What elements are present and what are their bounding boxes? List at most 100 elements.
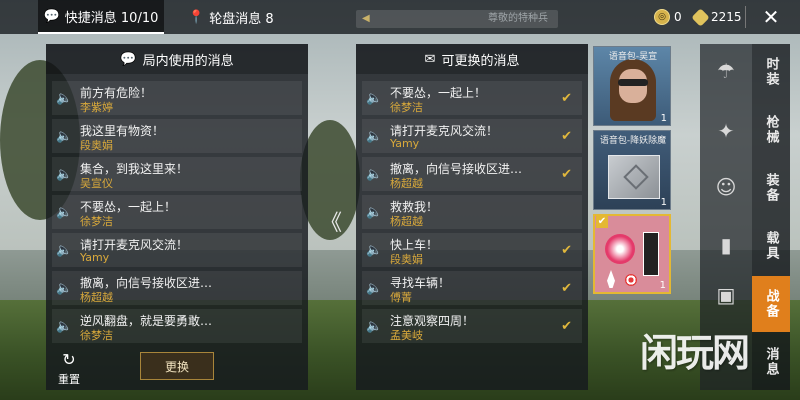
spray-icon[interactable]: ▮ [708,230,744,260]
message-author: 杨超越 [390,215,423,228]
voice-pack-card-selected[interactable]: ✔ 1 [593,214,671,294]
banner-icon [643,232,659,276]
sunglasses-icon [618,79,648,86]
check-icon: ✔ [596,216,608,228]
message-item[interactable]: 🔈 请打开麦克风交流！ Yamy [52,233,302,267]
voice-pack-card[interactable]: 语音包-吴宣 1 [593,46,671,126]
arrow-left-icon: ◀ [362,13,370,24]
reset-label: 重置 [58,373,80,386]
card-label: 语音包-吴宣 [608,52,658,62]
tab-quick-label: 快捷消息 10/10 [64,10,159,26]
card-quantity: 1 [659,280,666,291]
message-item[interactable]: 🔈 不要怂，一起上！ 徐梦洁 [52,195,302,229]
message-item[interactable]: 🔈 快上车！ 段奥娟 ✔ [362,233,582,267]
speaker-icon: 🔈 [366,243,383,258]
tab-vehicles[interactable]: 载具 [752,218,790,274]
gun-icon[interactable]: ✦ [708,116,744,146]
tab-equipment[interactable]: 装备 [752,160,790,216]
search-bar[interactable]: ◀ 尊敬的特种兵 [356,10,558,28]
speaker-icon: 🔈 [56,281,73,296]
currency-gold: 2215 [691,0,742,34]
medal-value: 0 [674,10,682,24]
message-item[interactable]: 🔈 集合，到我这里来！ 吴宣仪 [52,157,302,191]
message-item[interactable]: 🔈 不要怂，一起上！ 徐梦洁 ✔ [362,81,582,115]
search-placeholder: 尊敬的特种兵 [488,13,548,24]
card-quantity: 1 [660,197,667,208]
message-item[interactable]: 🔈 救救我！ 杨超越 [362,195,582,229]
message-author: 杨超越 [80,291,113,304]
target-icon [625,274,637,286]
replace-button[interactable]: 更换 [140,352,214,380]
panel-title: 可更换的消息 [441,53,520,69]
speaker-icon: 🔈 [56,91,73,106]
message-item[interactable]: 🔈 逆风翻盘，就是要勇敢… 徐梦洁 [52,309,302,343]
message-item[interactable]: 🔈 撤离，向信号接收区进… 杨超越 [52,271,302,305]
message-item[interactable]: 🔈 注意观察四周！ 孟美岐 ✔ [362,309,582,343]
divider [745,6,746,28]
message-list: 🔈 前方有危险！ 李紫婷 🔈 我这里有物资！ 段奥娟 🔈 集合，到我这里来！ 吴宣仪 🔈 不要… [52,81,302,347]
replaceable-messages-panel: ✉ 可更换的消息 🔈 不要怂，一起上！ 徐梦洁 ✔ 🔈 请打开麦克风交流！ Yamy ✔ 🔈… [356,44,588,390]
tab-battle-prep[interactable]: 战备 [752,276,790,332]
tab-fashion[interactable]: 时装 [752,44,790,100]
speaker-icon: 🔈 [366,319,383,334]
rocket-icon [607,270,615,288]
orb-icon [605,234,635,264]
message-author: 段奥娟 [80,139,113,152]
close-icon: ✕ [762,5,780,29]
check-icon: ✔ [561,319,572,334]
medal-coin-icon: ◎ [654,9,670,25]
panel-title: 局内使用的消息 [142,53,234,69]
refresh-icon: ↻ [62,350,76,369]
in-game-messages-panel: 💬 局内使用的消息 🔈 前方有危险！ 李紫婷 🔈 我这里有物资！ 段奥娟 🔈 集合，到我这… [46,44,308,390]
message-item[interactable]: 🔈 寻找车辆！ 傅菁 ✔ [362,271,582,305]
parachute-icon[interactable]: ☂ [708,56,744,86]
character-face [619,69,647,103]
speaker-icon: 🔈 [366,129,383,144]
replace-label: 更换 [164,359,189,374]
reset-button[interactable]: ↻ 重置 [54,352,84,387]
speaker-icon: 🔈 [56,129,73,144]
message-item[interactable]: 🔈 前方有危险！ 李紫婷 [52,81,302,115]
crate-icon [608,155,660,199]
tab-quick-messages[interactable]: 💬 快捷消息 10/10 [38,0,164,34]
message-author: 徐梦洁 [80,329,113,342]
voice-pack-card[interactable]: 语音包-降妖除魔 1 [593,130,671,210]
message-author: 吴宣仪 [80,177,113,190]
tab-guns[interactable]: 枪械 [752,102,790,158]
gold-value: 2215 [711,10,742,24]
card-label: 语音包-降妖除魔 [599,136,667,146]
message-author: Yamy [390,137,420,150]
watermark-logo: 闲玩网 [640,331,750,375]
panel-header: 💬 局内使用的消息 [46,44,308,74]
speaker-icon: 🔈 [366,281,383,296]
panel-header: ✉ 可更换的消息 [356,44,588,74]
message-author: 徐梦洁 [80,215,113,228]
message-author: 傅菁 [390,291,412,304]
message-author: 孟美岐 [390,329,423,342]
message-item[interactable]: 🔈 我这里有物资！ 段奥娟 [52,119,302,153]
check-icon: ✔ [561,167,572,182]
tab-wheel-label: 轮盘消息 8 [209,11,274,27]
tab-wheel-messages[interactable]: 📍 轮盘消息 8 [188,0,274,34]
speaker-icon: 🔈 [56,205,73,220]
message-box-icon: ✉ [424,51,436,67]
voice-pack-cards: 语音包-吴宣 1 语音包-降妖除魔 1 ✔ 1 [593,46,673,298]
gold-crystal-icon [691,7,710,27]
message-item[interactable]: 🔈 请打开麦克风交流！ Yamy ✔ [362,119,582,153]
card-quantity: 1 [660,113,667,124]
currency-medal: ◎ 0 [654,0,682,34]
message-item[interactable]: 🔈 撤离，向信号接收区进… 杨超越 ✔ [362,157,582,191]
grenade-face-icon[interactable]: ☺ [708,172,744,202]
location-pin-icon: 📍 [188,9,205,25]
message-author: 杨超越 [390,177,423,190]
message-author: Yamy [80,251,110,264]
image-icon[interactable]: ▣ [708,280,744,310]
message-list: 🔈 不要怂，一起上！ 徐梦洁 ✔ 🔈 请打开麦克风交流！ Yamy ✔ 🔈 撤离，向信号接收区… [362,81,582,347]
tab-messages[interactable]: 消息 [752,334,790,390]
message-author: 李紫婷 [80,101,113,114]
close-button[interactable]: ✕ [752,0,790,34]
speaker-icon: 🔈 [366,167,383,182]
chat-bubble-icon: 💬 [120,51,137,67]
speaker-icon: 🔈 [56,167,73,182]
check-icon: ✔ [561,243,572,258]
